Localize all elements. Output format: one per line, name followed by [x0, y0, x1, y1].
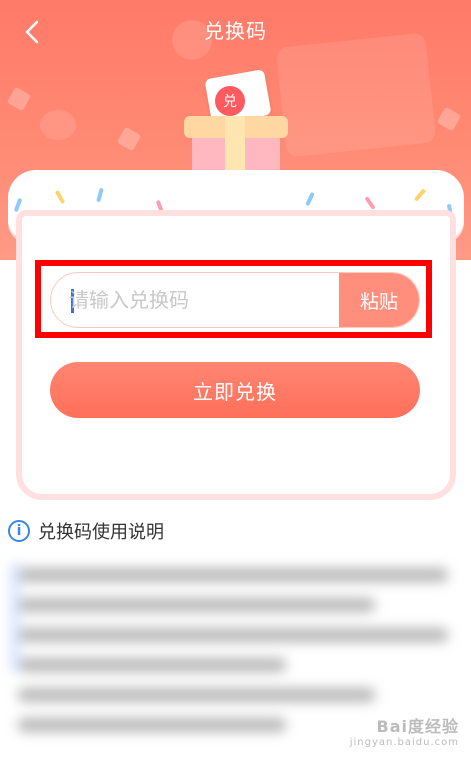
redeem-button[interactable]: 立即兑换	[50, 362, 420, 418]
code-input[interactable]	[69, 273, 329, 327]
decor-gift-shape	[275, 32, 437, 158]
cake-body	[16, 210, 456, 500]
blur-accent	[10, 562, 20, 672]
watermark-sub: jingyan.baidu.com	[349, 737, 459, 748]
instructions-title: 兑换码使用说明	[38, 522, 164, 543]
code-field: 粘贴	[50, 272, 420, 328]
redeem-badge: 兑	[215, 86, 245, 116]
decor-chip	[436, 106, 462, 132]
paste-button[interactable]: 粘贴	[339, 273, 419, 327]
sprinkle	[54, 189, 66, 205]
blur-line	[18, 598, 375, 612]
page-title: 兑换码	[204, 19, 267, 43]
decor-chip	[116, 126, 142, 152]
sprinkle	[305, 191, 315, 207]
blur-line	[18, 688, 375, 702]
blur-line	[18, 718, 286, 732]
decor-circle	[40, 110, 76, 140]
instructions-header[interactable]: i 兑换码使用说明	[8, 518, 164, 544]
blur-line	[18, 628, 448, 642]
sprinkle	[364, 196, 376, 210]
decor-chip	[6, 86, 32, 112]
info-icon: i	[8, 520, 30, 542]
sprinkle	[96, 187, 104, 203]
blur-line	[18, 568, 448, 582]
sprinkle	[413, 188, 427, 202]
watermark-main: Bai度经验	[376, 717, 459, 736]
blur-line	[18, 658, 286, 672]
watermark: Bai度经验 jingyan.baidu.com	[350, 713, 459, 748]
